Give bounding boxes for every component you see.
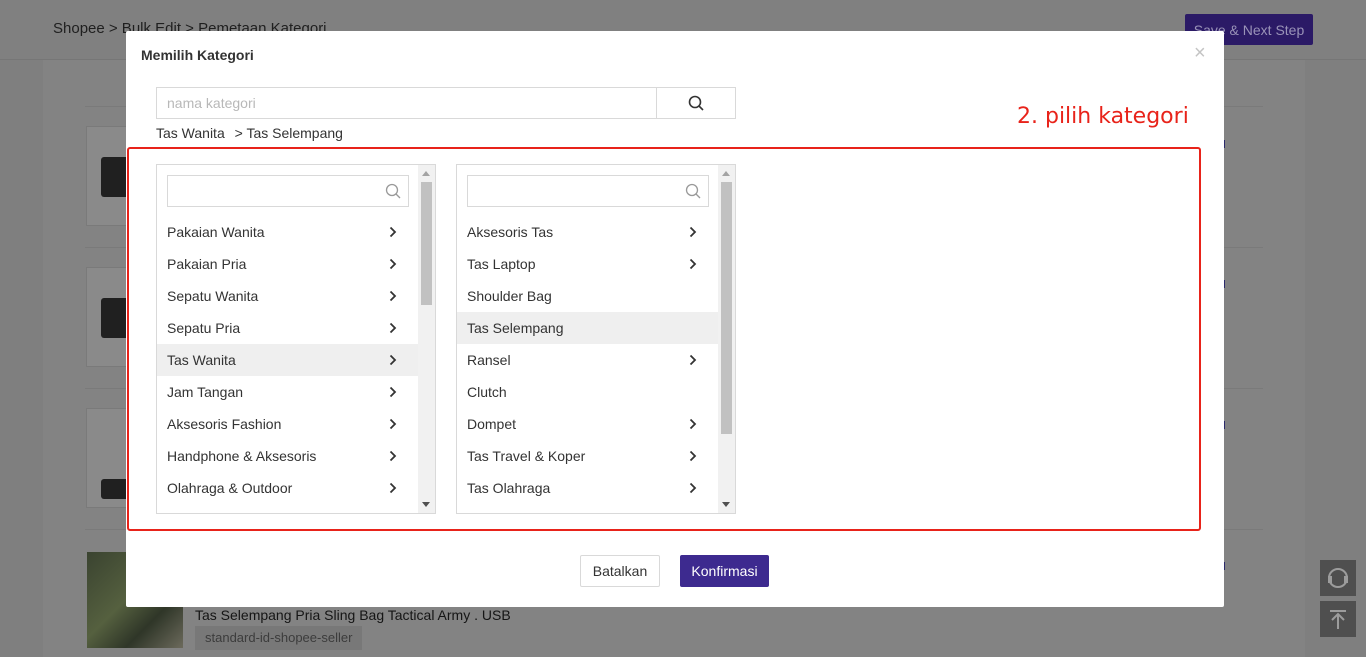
chevron-right-icon xyxy=(689,225,699,239)
chevron-right-icon xyxy=(689,417,699,431)
category-column-1: Pakaian Wanita Pakaian Pria Sepatu Wanita S… xyxy=(156,164,436,514)
scroll-thumb[interactable] xyxy=(421,182,432,305)
product-tag: standard-id-shopee-seller xyxy=(195,626,363,650)
chevron-right-icon xyxy=(689,481,699,495)
chevron-right-icon xyxy=(689,353,699,367)
search-icon xyxy=(678,183,708,199)
scroll-up-icon[interactable] xyxy=(422,171,430,176)
category-item[interactable]: Tas Selempang xyxy=(457,312,719,344)
category-search-input[interactable] xyxy=(157,88,657,118)
category-item-label: Dompet xyxy=(467,416,517,432)
column-2-search-input[interactable] xyxy=(468,176,678,206)
category-item[interactable]: Pakaian Wanita xyxy=(157,216,419,248)
category-item-label: Tas Olahraga xyxy=(467,480,551,496)
scroll-up-icon[interactable] xyxy=(722,171,730,176)
category-item-label: Sepatu Wanita xyxy=(167,288,259,304)
category-item[interactable]: Shoulder Bag xyxy=(457,280,719,312)
annotation-label: 2. pilih kategori xyxy=(1017,104,1189,129)
scroll-down-icon[interactable] xyxy=(422,502,430,507)
category-item-label: Olahraga & Outdoor xyxy=(167,480,293,496)
confirm-button[interactable]: Konfirmasi xyxy=(680,555,769,587)
category-item-label: Pakaian Wanita xyxy=(167,224,265,240)
category-item[interactable]: Olahraga & Outdoor xyxy=(157,472,419,504)
chevron-right-icon xyxy=(389,481,399,495)
category-item-label: Shoulder Bag xyxy=(467,288,552,304)
category-list: Aksesoris Tas Tas Laptop Shoulder Bag Tas S… xyxy=(457,216,719,504)
modal-title: Memilih Kategori xyxy=(141,47,254,63)
category-item[interactable]: Aksesoris Tas xyxy=(457,216,719,248)
path-level-1: Tas Wanita xyxy=(156,125,225,141)
chevron-right-icon xyxy=(389,417,399,431)
category-column-2: Aksesoris Tas Tas Laptop Shoulder Bag Tas S… xyxy=(456,164,736,514)
category-item[interactable]: Ransel xyxy=(457,344,719,376)
search-button[interactable] xyxy=(657,88,735,118)
category-item[interactable]: Dompet xyxy=(457,408,719,440)
column-search xyxy=(467,175,709,207)
column-search xyxy=(167,175,409,207)
scroll-thumb[interactable] xyxy=(721,182,732,434)
close-icon[interactable]: × xyxy=(1194,43,1206,63)
scrollbar[interactable] xyxy=(418,165,435,513)
column-1-search-input[interactable] xyxy=(168,176,378,206)
category-search xyxy=(156,87,736,119)
category-picker-modal: Memilih Kategori × Tas Wanita > Tas Sele… xyxy=(126,31,1224,607)
cancel-button[interactable]: Batalkan xyxy=(580,555,660,587)
search-icon xyxy=(378,183,408,199)
category-item-label: Tas Travel & Koper xyxy=(467,448,586,464)
scrollbar[interactable] xyxy=(718,165,735,513)
search-icon xyxy=(688,95,704,111)
category-item[interactable]: Tas Wanita xyxy=(157,344,419,376)
category-item-label: Sepatu Pria xyxy=(167,320,241,336)
product-name: Tas Selempang Pria Sling Bag Tactical Ar… xyxy=(195,607,511,623)
path-level-2: > Tas Selempang xyxy=(234,125,343,141)
category-item[interactable]: Handphone & Aksesoris xyxy=(157,440,419,472)
back-to-top-icon[interactable] xyxy=(1320,601,1356,637)
category-item-label: Aksesoris Tas xyxy=(467,224,554,240)
category-item[interactable]: Pakaian Pria xyxy=(157,248,419,280)
category-item-label: Tas Laptop xyxy=(467,256,536,272)
chevron-right-icon xyxy=(389,321,399,335)
category-item[interactable]: Tas Olahraga xyxy=(457,472,719,504)
category-item[interactable]: Tas Laptop xyxy=(457,248,719,280)
chevron-right-icon xyxy=(389,385,399,399)
chevron-right-icon xyxy=(389,449,399,463)
category-item-label: Pakaian Pria xyxy=(167,256,247,272)
chevron-right-icon xyxy=(389,289,399,303)
category-item-label: Tas Selempang xyxy=(467,320,564,336)
selected-category-path: Tas Wanita > Tas Selempang xyxy=(156,125,349,141)
category-item[interactable]: Sepatu Pria xyxy=(157,312,419,344)
category-item[interactable]: Tas Travel & Koper xyxy=(457,440,719,472)
category-item[interactable]: Aksesoris Fashion xyxy=(157,408,419,440)
customer-service-icon[interactable] xyxy=(1320,560,1356,596)
chevron-right-icon xyxy=(389,257,399,271)
category-item[interactable]: Sepatu Wanita xyxy=(157,280,419,312)
category-item-label: Tas Wanita xyxy=(167,352,236,368)
category-item-label: Aksesoris Fashion xyxy=(167,416,282,432)
category-item-label: Clutch xyxy=(467,384,507,400)
category-item[interactable]: Jam Tangan xyxy=(157,376,419,408)
chevron-right-icon xyxy=(389,225,399,239)
chevron-right-icon xyxy=(689,257,699,271)
category-item-label: Ransel xyxy=(467,352,511,368)
category-item-label: Jam Tangan xyxy=(167,384,244,400)
category-item[interactable]: Clutch xyxy=(457,376,719,408)
chevron-right-icon xyxy=(689,449,699,463)
category-item-label: Handphone & Aksesoris xyxy=(167,448,317,464)
category-list: Pakaian Wanita Pakaian Pria Sepatu Wanita S… xyxy=(157,216,419,504)
chevron-right-icon xyxy=(389,353,399,367)
scroll-down-icon[interactable] xyxy=(722,502,730,507)
